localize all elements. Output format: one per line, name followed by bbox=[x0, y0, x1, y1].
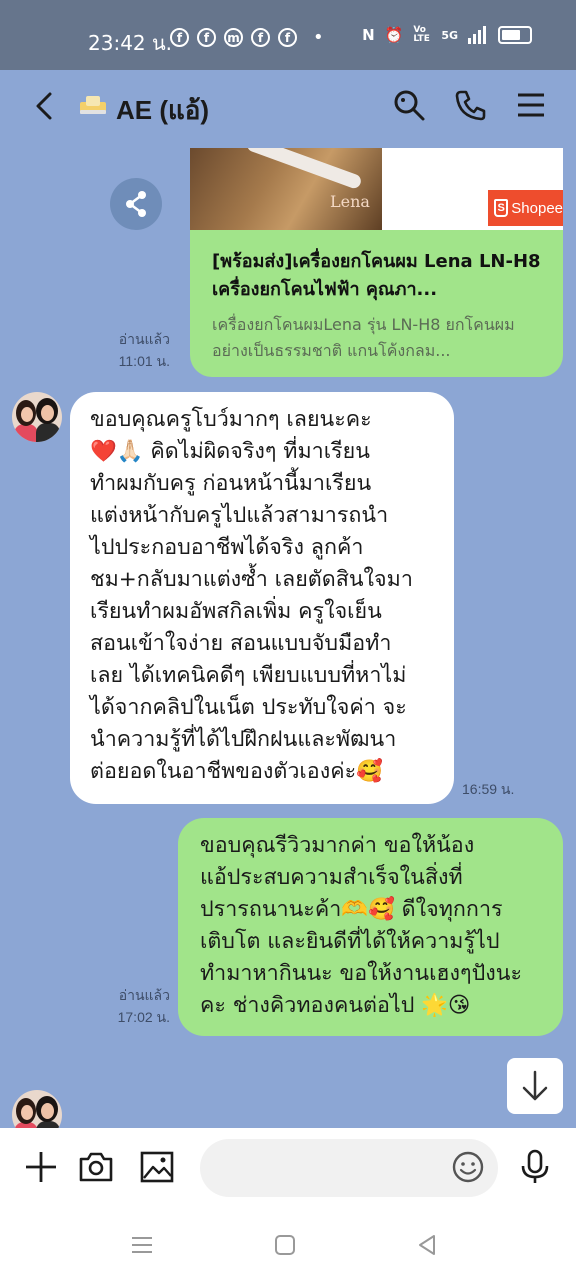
message-line: ต่อยอดในอาชีพของตัวเองค่ะ🥰 bbox=[90, 759, 383, 784]
incoming-message-bubble[interactable]: ขอบคุณครูโบว์มากๆ เลยนะคะ ❤️🙏🏻 คิดไม่ผิด… bbox=[70, 392, 454, 804]
recent-apps-icon[interactable] bbox=[127, 1230, 157, 1260]
status-time: 23:42 น. bbox=[88, 31, 173, 55]
message-line: ได้จากคลิปในเน็ต ประทับใจค่า จะ bbox=[90, 695, 407, 720]
microphone-icon[interactable] bbox=[516, 1148, 554, 1186]
home-icon[interactable] bbox=[270, 1230, 300, 1260]
contact-avatar[interactable] bbox=[12, 392, 62, 442]
message-meta: อ่านแล้ว 17:02 น. bbox=[100, 984, 170, 1028]
search-icon[interactable] bbox=[392, 88, 426, 122]
network-type: 5G bbox=[441, 28, 458, 42]
system-icons: N ⏰ Vo LTE 5G bbox=[362, 26, 532, 44]
chat-header: AE (แอ้) bbox=[0, 70, 576, 142]
battery-icon bbox=[498, 26, 532, 44]
read-receipt: อ่านแล้ว bbox=[118, 331, 170, 347]
facebook-icon: f bbox=[278, 28, 297, 47]
back-arrow-icon[interactable] bbox=[28, 88, 64, 124]
phone-icon[interactable] bbox=[454, 88, 488, 122]
read-receipt: อ่านแล้ว bbox=[118, 987, 170, 1003]
alarm-icon: ⏰ bbox=[384, 26, 404, 44]
message-time: 17:02 น. bbox=[117, 1009, 170, 1025]
link-description: เครื่องยกโคนผมLena รุ่น LN-H8 ยกโคนผมอย่… bbox=[212, 315, 515, 360]
menu-icon[interactable] bbox=[514, 88, 548, 122]
signal-icon bbox=[468, 26, 486, 44]
message-time: 11:01 น. bbox=[118, 353, 170, 369]
facebook-icon: f bbox=[251, 28, 270, 47]
volte-icon: Vo LTE bbox=[413, 25, 430, 44]
message-line: คะ ช่างคิวทองคนต่อไป 🌟😘 bbox=[200, 993, 471, 1018]
message-time: 16:59 น. bbox=[462, 781, 515, 797]
plus-icon[interactable] bbox=[22, 1148, 60, 1186]
message-line: แต่งหน้ากับครูไปแล้วสามารถนำ bbox=[90, 503, 389, 528]
message-line: ทำผมกับครู ก่อนหน้านี้มาเรียน bbox=[90, 471, 372, 496]
message-line: ปรารถนานะค้า🫶🥰 ดีใจทุกการ bbox=[200, 897, 503, 922]
message-line: นำความรู้ที่ได้ไปฝึกฝนและพัฒนา bbox=[90, 727, 397, 752]
message-input-bar bbox=[0, 1128, 576, 1210]
link-preview-image: Lena S Shopee bbox=[190, 148, 563, 230]
notification-icons: f f m f f bbox=[170, 28, 297, 47]
back-icon[interactable] bbox=[412, 1230, 442, 1260]
facebook-icon: f bbox=[197, 28, 216, 47]
facebook-icon: f bbox=[170, 28, 189, 47]
link-preview-card[interactable]: Lena S Shopee [พร้อมส่ง]เครื่องยกโคนผม L… bbox=[190, 148, 563, 377]
messenger-icon: m bbox=[224, 28, 243, 47]
message-line: ชม+กลับมาแต่งซ้ำ เลยตัดสินใจมา bbox=[90, 567, 413, 592]
message-meta: 16:59 น. bbox=[462, 778, 514, 800]
message-line: เติบโต และยินดีที่ได้ให้ความรู้ไป bbox=[200, 929, 500, 954]
chat-title[interactable]: AE (แอ้) bbox=[116, 90, 209, 131]
arrow-down-icon bbox=[522, 1070, 548, 1101]
share-icon bbox=[126, 191, 146, 217]
system-navigation-bar bbox=[0, 1210, 576, 1280]
brand-logo: Lena bbox=[330, 192, 370, 211]
shopee-logo: S Shopee bbox=[488, 190, 563, 226]
message-line: ขอบคุณครูโบว์มากๆ เลยนะคะ bbox=[90, 407, 372, 432]
outgoing-message-bubble[interactable]: ขอบคุณรีวิวมากค่า ขอให้น้อง แอ้ประสบความ… bbox=[178, 818, 563, 1036]
camera-icon[interactable] bbox=[77, 1148, 115, 1186]
message-line: สอนเข้าใจง่าย สอนแบบจับมือทำ bbox=[90, 631, 392, 656]
message-line: แอ้ประสบความสำเร็จในสิ่งที่ bbox=[200, 865, 463, 890]
scroll-to-bottom-button[interactable] bbox=[507, 1058, 563, 1114]
message-line: ขอบคุณรีวิวมากค่า ขอให้น้อง bbox=[200, 833, 475, 858]
contact-avatar-icon[interactable] bbox=[78, 92, 108, 118]
chat-area[interactable]: Lena S Shopee [พร้อมส่ง]เครื่องยกโคนผม L… bbox=[0, 142, 576, 1128]
more-notifications-dot: • bbox=[313, 27, 324, 48]
contact-avatar[interactable] bbox=[12, 1090, 62, 1128]
emoji-icon[interactable] bbox=[451, 1150, 485, 1184]
share-button[interactable] bbox=[110, 178, 162, 230]
message-meta: อ่านแล้ว 11:01 น. bbox=[100, 328, 170, 372]
nfc-icon: N bbox=[362, 26, 375, 44]
message-line: ❤️🙏🏻 คิดไม่ผิดจริงๆ ที่มาเรียน bbox=[90, 439, 370, 464]
product-photo: Lena bbox=[190, 148, 382, 230]
status-bar: 23:42 น. f f m f f • N ⏰ Vo LTE 5G bbox=[0, 0, 576, 70]
link-title: [พร้อมส่ง]เครื่องยกโคนผม Lena LN-H8 เครื… bbox=[212, 251, 541, 300]
gallery-icon[interactable] bbox=[138, 1148, 176, 1186]
message-line: ไปประกอบอาชีพได้จริง ลูกค้า bbox=[90, 535, 364, 560]
message-line: เรียนทำผมอัพสกิลเพิ่ม ครูใจเย็น bbox=[90, 599, 382, 624]
message-line: เลย ได้เทคนิคดีๆ เพียบแบบที่หาไม่ bbox=[90, 663, 407, 688]
message-line: ทำมาหากินนะ ขอให้งานเฮงๆปังนะ bbox=[200, 961, 522, 986]
shopping-bag-icon: S bbox=[494, 199, 509, 217]
